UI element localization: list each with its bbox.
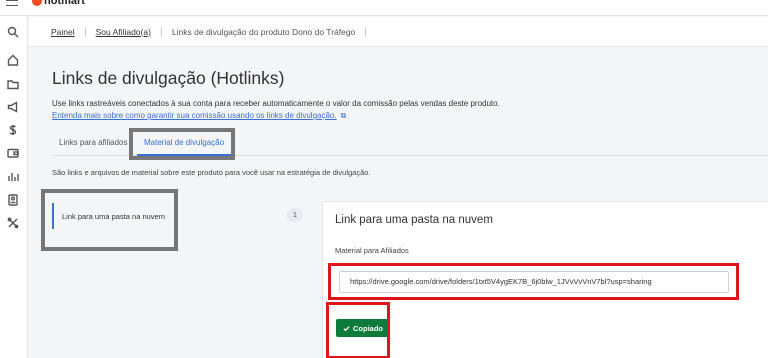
chart-icon[interactable] xyxy=(7,170,19,182)
detail-panel: Link para uma pasta na nuvem Material pa… xyxy=(322,201,768,358)
highlight-box-tab xyxy=(129,128,235,160)
home-icon[interactable] xyxy=(7,54,19,66)
page-title: Links de divulgação (Hotlinks) xyxy=(52,68,285,88)
highlight-box-button xyxy=(326,302,390,358)
panel-title: Link para uma pasta na nuvem xyxy=(335,214,493,226)
learn-more-label[interactable]: Entenda mais sobre como garantir sua com… xyxy=(52,111,337,120)
search-icon[interactable] xyxy=(7,26,19,38)
page-description: Use links rastreáveis conectados à sua c… xyxy=(52,99,500,108)
top-bar: hotmart xyxy=(0,0,768,16)
flame-icon xyxy=(32,0,42,6)
tab-links-afiliados[interactable]: Links para afiliados xyxy=(59,138,127,147)
dollar-icon[interactable] xyxy=(7,124,19,136)
breadcrumb: Painel Sou Afiliado(a) Links de divulgaç… xyxy=(29,17,768,47)
tools-icon[interactable] xyxy=(7,217,19,229)
megaphone-icon[interactable] xyxy=(7,101,19,113)
breadcrumb-separator xyxy=(365,26,367,37)
learn-more-link[interactable]: Entenda mais sobre como garantir sua com… xyxy=(52,111,346,121)
main-content: Links de divulgação (Hotlinks) Use links… xyxy=(29,48,768,358)
breadcrumb-separator xyxy=(160,26,162,37)
highlight-box-list xyxy=(41,189,178,251)
breadcrumb-separator xyxy=(84,26,86,37)
menu-icon[interactable] xyxy=(6,0,18,6)
wallet-icon[interactable] xyxy=(7,147,19,159)
external-link-icon: ⧉ xyxy=(340,111,347,120)
sidebar xyxy=(0,16,28,358)
breadcrumb-current: Links de divulgação do produto Dono do T… xyxy=(171,26,356,37)
id-card-icon[interactable] xyxy=(7,194,19,206)
folder-icon[interactable] xyxy=(7,78,19,90)
hotmart-logo[interactable]: hotmart xyxy=(32,0,85,8)
field-label: Material para Afiliados xyxy=(335,246,409,255)
count-badge: 1 xyxy=(287,208,303,222)
highlight-box-input xyxy=(328,263,739,300)
material-description: São links e arquivos de material sobre e… xyxy=(52,168,371,177)
logo-text: hotmart xyxy=(44,0,85,7)
breadcrumb-painel[interactable]: Painel xyxy=(51,27,75,37)
breadcrumb-sou-afiliado[interactable]: Sou Afiliado(a) xyxy=(96,27,151,37)
